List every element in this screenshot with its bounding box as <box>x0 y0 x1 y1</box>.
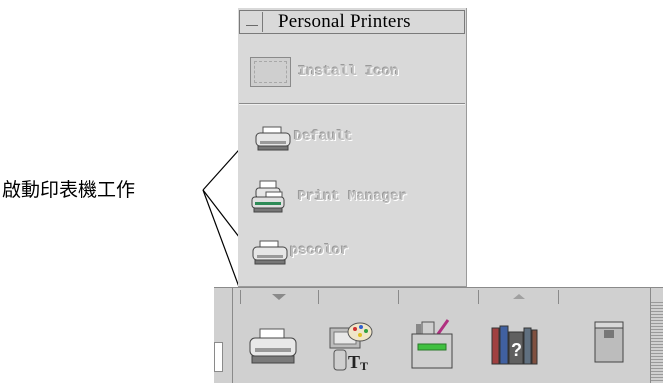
front-panel-arrow-row <box>240 290 645 305</box>
printer-icon <box>252 240 288 265</box>
subpanel-item-label: Default <box>294 129 353 145</box>
subpanel-item-print-manager[interactable]: Print Manager <box>250 180 480 214</box>
subpanel-item-pscolor[interactable]: pscolor <box>250 238 480 268</box>
install-icon-label: Install Icon <box>298 64 399 80</box>
subpanel-title: Personal Printers <box>278 11 411 32</box>
subpanel-item-label: Print Manager <box>298 189 408 205</box>
svg-text:T: T <box>348 352 360 372</box>
subpanel-item-label: pscolor <box>290 243 349 259</box>
collapse-subpanel-arrow-icon[interactable] <box>272 294 286 300</box>
style-manager-icon[interactable]: T T <box>326 318 376 374</box>
front-panel-divider <box>232 288 233 383</box>
trash-icon[interactable] <box>592 320 626 368</box>
help-manager-icon[interactable]: ? <box>490 320 538 370</box>
subpanel-separator <box>239 103 465 105</box>
printer-icon[interactable] <box>248 327 298 369</box>
printer-icon <box>255 126 291 151</box>
svg-text:T: T <box>360 359 368 373</box>
print-manager-icon <box>251 180 285 213</box>
expand-subpanel-arrow-icon[interactable] <box>513 294 525 299</box>
install-icon-dropzone[interactable] <box>250 57 291 87</box>
front-panel-scroll-cap[interactable] <box>650 288 663 300</box>
subpanel-close-button[interactable] <box>241 12 263 32</box>
svg-text:?: ? <box>511 340 522 360</box>
subpanel-item-default[interactable]: Default <box>250 124 480 154</box>
application-manager-icon[interactable] <box>408 318 458 372</box>
front-panel-handle[interactable] <box>650 300 663 383</box>
front-panel-stub-control[interactable] <box>214 342 223 372</box>
